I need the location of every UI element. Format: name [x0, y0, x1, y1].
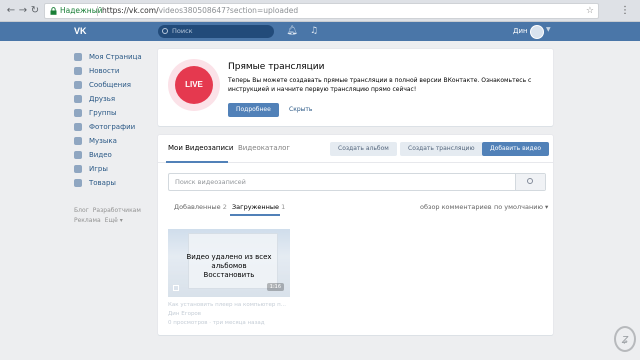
footer-link-developers[interactable]: Разработчикам	[93, 207, 141, 214]
footer-link-blog[interactable]: Блог	[74, 207, 89, 214]
video-search-button[interactable]	[515, 174, 545, 190]
hide-button[interactable]: Скрыть	[289, 103, 312, 117]
restore-link[interactable]: Восстановить	[168, 271, 290, 280]
reload-icon[interactable]: ↻	[28, 4, 42, 18]
tab-video-catalog[interactable]: Видеокаталог	[238, 144, 290, 152]
browser-menu-icon[interactable]: ⋮	[618, 4, 632, 18]
user-icon	[74, 53, 82, 61]
video-search-field[interactable]: Поиск видеозаписей	[168, 173, 546, 191]
avatar[interactable]	[530, 25, 544, 39]
create-stream-button[interactable]: Создать трансляцию	[400, 142, 483, 156]
menu-item-groups[interactable]: Группы	[74, 106, 154, 120]
more-button[interactable]: Подробнее	[228, 103, 279, 117]
news-icon	[74, 67, 82, 75]
groups-icon	[74, 109, 82, 117]
video-thumbnail[interactable]: Видео удалено из всех альбомов Восстанов…	[168, 229, 290, 297]
menu-item-messages[interactable]: Сообщения	[74, 78, 154, 92]
menu-item-games[interactable]: Игры	[74, 162, 154, 176]
video-author[interactable]: Дин Егоров	[168, 311, 201, 317]
side-menu: Моя Страница Новости Сообщения Друзья Гр…	[74, 50, 154, 190]
chevron-down-icon[interactable]: ▼	[546, 26, 551, 33]
sort-dropdown[interactable]: по умолчанию ▾	[494, 203, 548, 211]
message-icon	[74, 81, 82, 89]
search-icon	[162, 28, 168, 34]
music-note-icon[interactable]: ♫	[308, 25, 320, 37]
footer-link-ads[interactable]: Реклама	[74, 217, 101, 224]
video-duration: 1:16	[266, 283, 284, 291]
add-to-album-icon[interactable]	[173, 285, 179, 291]
comments-review-link[interactable]: обзор комментариев	[420, 203, 492, 211]
menu-item-friends[interactable]: Друзья	[74, 92, 154, 106]
video-tabs: Мои Видеозаписи Видеокаталог Создать аль…	[158, 135, 553, 163]
menu-item-news[interactable]: Новости	[74, 64, 154, 78]
bookmark-star-icon[interactable]: ☆	[586, 4, 594, 18]
photo-icon	[74, 123, 82, 131]
address-bar[interactable]: Надежный https://vk.com/videos380508647?…	[44, 3, 599, 19]
live-badge-label: LIVE	[175, 66, 213, 104]
video-title[interactable]: Как установить плеер на компьютер п...	[168, 302, 293, 308]
active-tab-indicator	[166, 161, 228, 163]
menu-item-music[interactable]: Музыка	[74, 134, 154, 148]
menu-item-video[interactable]: Видео	[74, 148, 154, 162]
create-album-button[interactable]: Создать альбом	[330, 142, 397, 156]
subtab-uploaded[interactable]: Загруженные 1	[232, 203, 285, 211]
header-search-placeholder: Поиск	[172, 27, 193, 35]
live-title: Прямые трансляции	[228, 62, 325, 72]
chevron-down-icon: ▾	[545, 203, 549, 211]
vk-header: VK Поиск 🔔︎ ♫ Дин ▼	[0, 22, 640, 41]
video-search-placeholder: Поиск видеозаписей	[175, 178, 246, 186]
subtab-added[interactable]: Добавленные 2	[174, 203, 227, 211]
vk-logo-icon[interactable]: VK	[74, 25, 90, 37]
videos-card: Мои Видеозаписи Видеокаталог Создать аль…	[158, 135, 553, 335]
menu-item-market[interactable]: Товары	[74, 176, 154, 190]
video-meta: 0 просмотров · три месяца назад	[168, 320, 265, 326]
menu-item-photos[interactable]: Фотографии	[74, 120, 154, 134]
watermark-logo-icon: ʑ	[614, 326, 636, 352]
deleted-message: Видео удалено из всех альбомов Восстанов…	[168, 253, 290, 280]
music-icon	[74, 137, 82, 145]
footer-link-more[interactable]: Ещё ▾	[105, 217, 123, 224]
live-description: Теперь Вы можете создавать прямые трансл…	[228, 77, 532, 93]
url-text[interactable]: https://vk.com/videos380508647?section=u…	[102, 4, 298, 18]
menu-footer: Блог Разработчикам Реклама Ещё ▾	[74, 206, 154, 226]
menu-item-my-page[interactable]: Моя Страница	[74, 50, 154, 64]
live-badge: LIVE	[168, 59, 220, 111]
games-icon	[74, 165, 82, 173]
lock-icon	[50, 7, 57, 15]
header-search-input[interactable]: Поиск	[158, 25, 274, 38]
live-streams-card: LIVE Прямые трансляции Теперь Вы можете …	[158, 49, 553, 126]
browser-toolbar: ← → ↻ Надежный https://vk.com/videos3805…	[0, 0, 640, 22]
tab-my-videos[interactable]: Мои Видеозаписи	[168, 144, 233, 152]
market-icon	[74, 179, 82, 187]
notifications-bell-icon[interactable]: 🔔︎	[286, 25, 298, 37]
friends-icon	[74, 95, 82, 103]
header-username[interactable]: Дин	[513, 25, 528, 38]
active-subtab-indicator	[230, 214, 280, 216]
search-icon	[527, 178, 533, 184]
video-icon	[74, 151, 82, 159]
url-separator	[97, 6, 98, 16]
add-video-button[interactable]: Добавить видео	[482, 142, 550, 156]
